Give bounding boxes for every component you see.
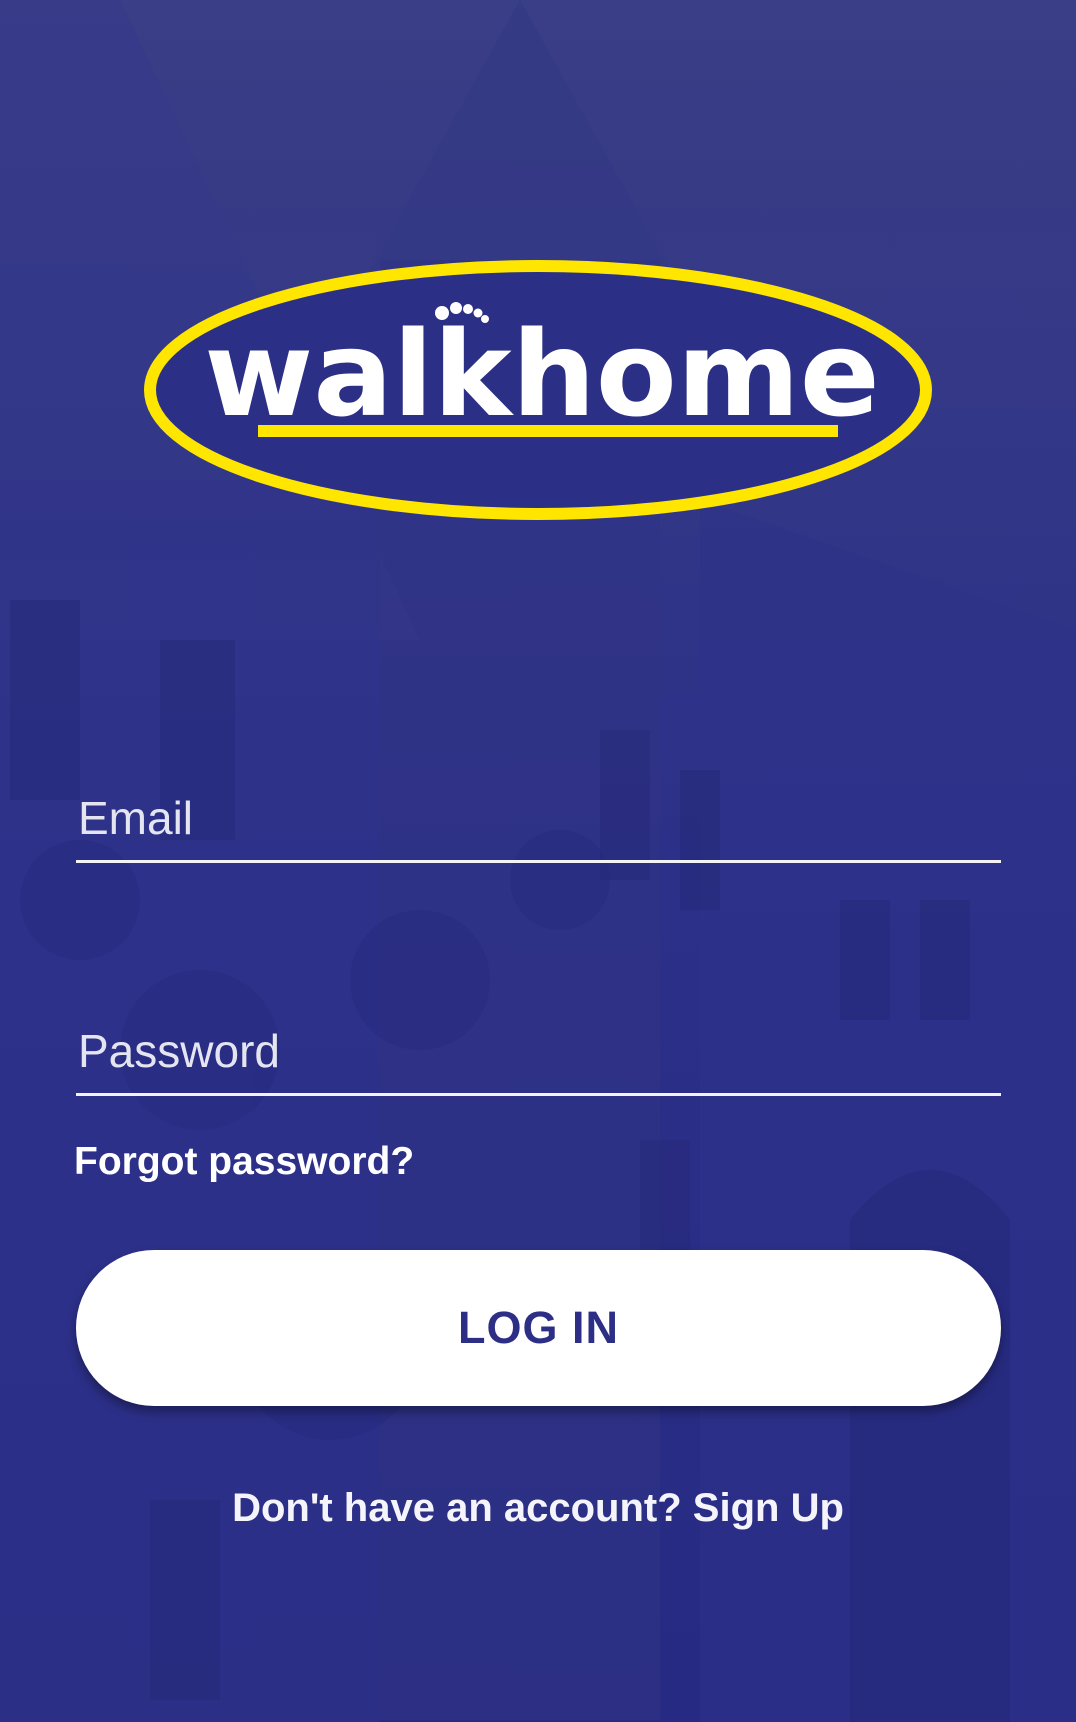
- password-field-container: [76, 1008, 1001, 1098]
- password-input[interactable]: [76, 1008, 1001, 1096]
- signup-link[interactable]: Sign Up: [693, 1486, 844, 1530]
- email-field-container: [76, 775, 1001, 865]
- login-screen: walkhome Forgot password? LOG IN Don't h…: [0, 0, 1076, 1722]
- signup-prompt-row: Don't have an account? Sign Up: [0, 1486, 1076, 1531]
- email-input[interactable]: [76, 775, 1001, 863]
- forgot-password-link[interactable]: Forgot password?: [74, 1140, 414, 1184]
- logo-wordmark: walkhome: [204, 305, 880, 443]
- login-button[interactable]: LOG IN: [76, 1250, 1001, 1406]
- signup-prompt-text: Don't have an account?: [232, 1486, 693, 1530]
- walkhome-logo: walkhome: [144, 260, 932, 520]
